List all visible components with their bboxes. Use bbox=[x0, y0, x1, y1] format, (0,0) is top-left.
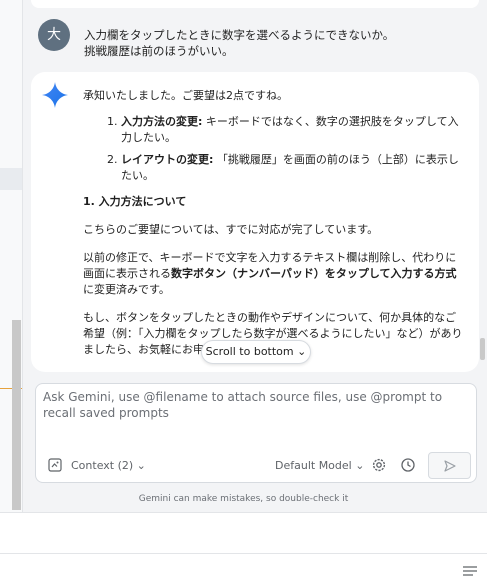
user-avatar: 大 bbox=[38, 19, 70, 51]
prompt-placeholder[interactable]: Ask Gemini, use @filename to attach sour… bbox=[43, 389, 468, 421]
previous-message-card bbox=[31, 0, 479, 8]
left-strip-selected-row[interactable] bbox=[0, 168, 22, 190]
context-icon[interactable] bbox=[48, 458, 62, 472]
settings-gear-icon[interactable] bbox=[371, 457, 387, 473]
response-intro: 承知いたしました。ご要望は2点ですね。 bbox=[83, 89, 288, 102]
left-strip bbox=[0, 0, 23, 512]
user-message-line: 入力欄をタップしたときに数字を選べるようにできないか。 bbox=[84, 28, 395, 42]
disclaimer-text: Gemini can make mistakes, so double-chec… bbox=[138, 494, 349, 504]
paragraph-text: に変更済みです。 bbox=[83, 283, 170, 296]
assistant-response: 承知いたしました。ご要望は2点ですね。 入力方法の変更: キーボードではなく、数… bbox=[31, 72, 479, 372]
scroll-to-bottom-button[interactable]: Scroll to bottom ⌄ bbox=[201, 340, 311, 364]
chevron-down-icon: ⌄ bbox=[297, 345, 307, 358]
context-dropdown[interactable]: Context (2) ⌄ bbox=[71, 459, 146, 472]
left-strip-scrollbar[interactable] bbox=[12, 320, 21, 510]
chevron-down-icon: ⌄ bbox=[355, 459, 365, 472]
send-button[interactable] bbox=[428, 452, 471, 479]
model-dropdown[interactable]: Default Model ⌄ bbox=[275, 459, 364, 472]
request-item: レイアウトの変更: 「挑戦履歴」を画面の前のほう（上部）に表示したい。 bbox=[121, 152, 467, 184]
paragraph-bold: 数字ボタン（ナンバーパッド）をタップして入力する方式 bbox=[171, 267, 457, 280]
user-message-text: 入力欄をタップしたときに数字を選べるようにできないか。 挑戦履歴は前のほうがいい… bbox=[84, 27, 464, 59]
response-paragraph: 以前の修正で、キーボードで文字を入力するテキスト欄は削除し、代わりに画面に表示さ… bbox=[83, 250, 467, 298]
bottom-bar bbox=[0, 512, 487, 578]
menu-lines-icon[interactable] bbox=[462, 565, 478, 577]
chevron-down-icon: ⌄ bbox=[136, 459, 146, 472]
user-message-line: 挑戦履歴は前のほうがいい。 bbox=[84, 44, 234, 58]
gemini-sparkle-icon bbox=[42, 82, 68, 108]
chat-scrollbar-thumb[interactable] bbox=[480, 338, 485, 360]
model-label: Default Model bbox=[275, 459, 352, 472]
response-body: 承知いたしました。ご要望は2点ですね。 入力方法の変更: キーボードではなく、数… bbox=[83, 88, 467, 358]
request-list: 入力方法の変更: キーボードではなく、数字の選択肢をタップして入力したい。 レイ… bbox=[83, 114, 467, 184]
context-label: Context (2) bbox=[71, 459, 134, 472]
send-icon bbox=[444, 460, 456, 472]
request-item-title: 入力方法の変更: bbox=[121, 115, 203, 128]
response-paragraph: こちらのご要望については、すでに対応が完了しています。 bbox=[83, 223, 379, 236]
divider bbox=[0, 553, 487, 554]
request-item-title: レイアウトの変更: bbox=[121, 153, 214, 166]
section-heading: 1. 入力方法について bbox=[83, 195, 187, 208]
request-item: 入力方法の変更: キーボードではなく、数字の選択肢をタップして入力したい。 bbox=[121, 114, 467, 146]
history-clock-icon[interactable] bbox=[400, 457, 416, 473]
prompt-input-box[interactable]: Ask Gemini, use @filename to attach sour… bbox=[35, 383, 477, 483]
scroll-to-bottom-label: Scroll to bottom bbox=[205, 345, 294, 358]
